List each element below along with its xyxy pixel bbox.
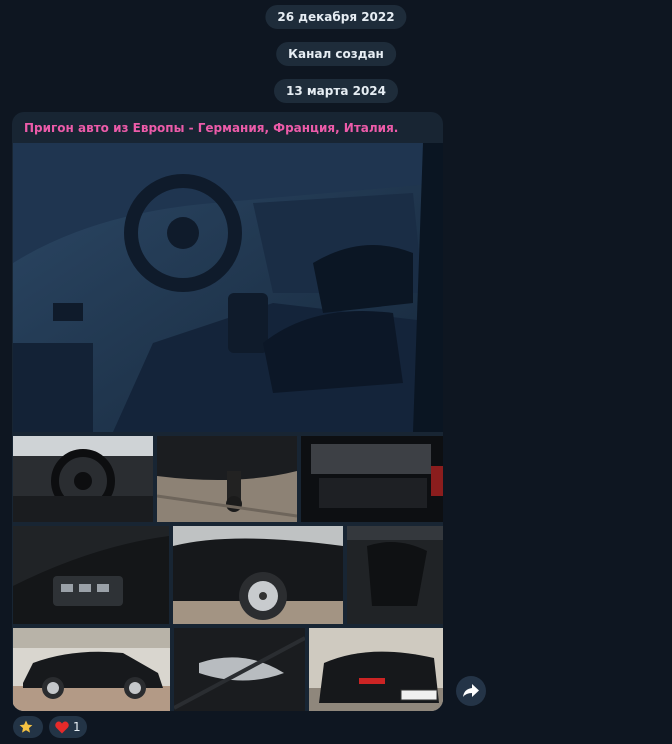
steering-wheel-photo[interactable] bbox=[13, 436, 153, 522]
seats-photo[interactable] bbox=[347, 526, 443, 624]
trunk-photo[interactable] bbox=[301, 436, 443, 522]
channel-created-notice: Канал создан bbox=[276, 42, 396, 66]
main-interior-photo[interactable] bbox=[13, 143, 443, 432]
star-icon bbox=[19, 720, 33, 733]
car-rear-photo[interactable] bbox=[309, 628, 443, 711]
car-side-photo[interactable] bbox=[13, 628, 170, 711]
date-separator: 26 декабря 2022 bbox=[265, 5, 407, 29]
date-separator: 13 марта 2024 bbox=[273, 79, 399, 103]
heart-icon bbox=[55, 721, 69, 733]
reactions-bar: 1 bbox=[13, 716, 87, 738]
share-icon bbox=[463, 684, 479, 697]
message-caption: Пригон авто из Европы - Германия, Франци… bbox=[24, 121, 399, 135]
reaction-count: 1 bbox=[73, 720, 81, 734]
reaction-star[interactable] bbox=[13, 716, 43, 738]
message-bubble[interactable]: Пригон авто из Европы - Германия, Франци… bbox=[12, 112, 443, 711]
door-handle-photo[interactable] bbox=[174, 628, 305, 711]
door-panel-photo[interactable] bbox=[13, 526, 169, 624]
forward-button[interactable] bbox=[456, 676, 486, 706]
towbar-photo[interactable] bbox=[157, 436, 297, 522]
car-front-photo[interactable] bbox=[173, 526, 343, 624]
reaction-heart[interactable]: 1 bbox=[49, 716, 87, 738]
